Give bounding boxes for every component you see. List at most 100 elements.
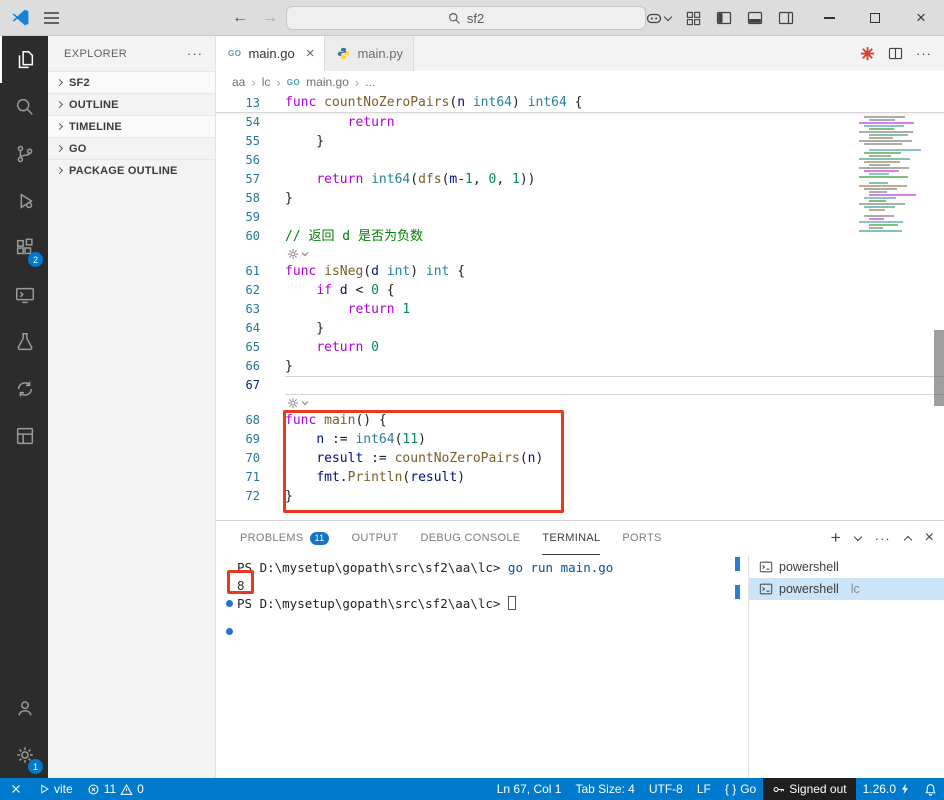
- maximize-panel-icon[interactable]: [903, 535, 912, 545]
- sidebar-section-timeline[interactable]: TIMELINE: [48, 115, 215, 137]
- cursor-position[interactable]: Ln 67, Col 1: [490, 778, 569, 800]
- sidebar-section-outline[interactable]: OUTLINE: [48, 93, 215, 115]
- back-icon[interactable]: ←: [228, 7, 252, 29]
- codelens-row[interactable]: [216, 246, 944, 262]
- panel-tab-problems[interactable]: PROBLEMS 11: [240, 521, 330, 555]
- menu-icon[interactable]: [44, 12, 59, 24]
- line-number: 68: [245, 413, 260, 427]
- breadcrumb-item[interactable]: main.go: [306, 75, 349, 89]
- minimap-line: [859, 176, 908, 178]
- explorer-more-actions-icon[interactable]: ···: [187, 46, 203, 61]
- command-decoration-dot[interactable]: [226, 600, 233, 607]
- code-line-67[interactable]: 67: [216, 376, 944, 395]
- code-line-70[interactable]: 70 result := countNoZeroPairs(n): [216, 449, 944, 468]
- close-tab-icon[interactable]: ×: [306, 45, 315, 62]
- code-line-64[interactable]: 64 }: [216, 319, 944, 338]
- code-line-65[interactable]: 65 return 0: [216, 338, 944, 357]
- code-line-57[interactable]: 57 return int64(dfs(m-1, 0, 1)): [216, 170, 944, 189]
- code-text: func main() {: [285, 413, 387, 428]
- sidebar-section-go[interactable]: GO: [48, 137, 215, 159]
- forward-icon[interactable]: →: [258, 7, 282, 29]
- code-line-60[interactable]: 60 // 返回 d 是否为负数: [216, 227, 944, 246]
- panel-tab-terminal[interactable]: TERMINAL: [542, 521, 600, 555]
- language-mode[interactable]: { } Go: [718, 778, 763, 800]
- task-vite[interactable]: vite: [32, 778, 80, 800]
- activity-account[interactable]: [0, 684, 48, 731]
- activity-settings[interactable]: 1: [0, 731, 48, 778]
- close-button[interactable]: ×: [898, 0, 944, 36]
- sidebar-section-sf2[interactable]: SF2: [48, 71, 215, 93]
- code-line-56[interactable]: 56: [216, 151, 944, 170]
- remote-indicator[interactable]: [0, 778, 32, 800]
- extension-version[interactable]: 1.26.0: [856, 778, 917, 800]
- toggle-primary-sidebar-icon[interactable]: [716, 11, 732, 25]
- sticky-scroll-line[interactable]: 13 func countNoZeroPairs(n int64) int64 …: [216, 93, 944, 113]
- editor-scrollbar-thumb[interactable]: [934, 330, 944, 406]
- code-line-59[interactable]: 59: [216, 208, 944, 227]
- sidebar-section-package-outline[interactable]: PACKAGE OUTLINE: [48, 159, 215, 181]
- eol-sequence[interactable]: LF: [690, 778, 718, 800]
- toggle-secondary-sidebar-icon[interactable]: [778, 11, 794, 25]
- notifications-bell-icon[interactable]: [917, 778, 944, 800]
- code-line-66[interactable]: 66}: [216, 357, 944, 376]
- activity-testing[interactable]: [0, 318, 48, 365]
- copilot-icon[interactable]: [646, 11, 673, 25]
- activity-search[interactable]: [0, 83, 48, 130]
- activity-run-debug[interactable]: [0, 177, 48, 224]
- command-center-search[interactable]: sf2: [286, 6, 646, 30]
- breadcrumb-item[interactable]: ...: [365, 75, 375, 89]
- new-terminal-icon[interactable]: +: [831, 528, 841, 548]
- panel-tab-output[interactable]: OUTPUT: [351, 521, 398, 555]
- tab-main-py[interactable]: main.py: [325, 36, 414, 71]
- minimap[interactable]: [856, 93, 934, 520]
- customize-layout-icon[interactable]: [686, 11, 701, 26]
- toggle-panel-icon[interactable]: [747, 11, 763, 25]
- code-line-71[interactable]: 71 fmt.Println(result): [216, 468, 944, 487]
- problems-status[interactable]: 11 0: [80, 778, 151, 800]
- panel-tab-ports[interactable]: PORTS: [622, 521, 661, 555]
- tab-main-go[interactable]: GO main.go ×: [216, 36, 326, 71]
- terminal-tab-powershell[interactable]: powershell: [749, 556, 944, 578]
- code-line-54[interactable]: 54 return: [216, 113, 944, 132]
- sidebar-title: EXPLORER: [64, 47, 128, 60]
- extensions-badge: 2: [28, 252, 43, 267]
- line-number: [216, 246, 285, 262]
- activity-source-control[interactable]: [0, 130, 48, 177]
- close-panel-icon[interactable]: ×: [925, 529, 934, 547]
- activity-explorer[interactable]: [0, 36, 48, 83]
- minimap-line: [859, 185, 907, 187]
- code-line-72[interactable]: 72}: [216, 487, 944, 506]
- terminal-output[interactable]: PS D:\mysetup\gopath\src\sf2\aa\lc> go r…: [216, 555, 748, 778]
- code-line-58[interactable]: 58}: [216, 189, 944, 208]
- code-editor[interactable]: 13 func countNoZeroPairs(n int64) int64 …: [216, 93, 944, 520]
- activity-sync-view[interactable]: [0, 365, 48, 412]
- breadcrumb-item[interactable]: lc: [262, 75, 271, 89]
- activity-remote-window-view[interactable]: [0, 412, 48, 459]
- split-editor-icon[interactable]: [888, 47, 903, 60]
- panel-tab-debug-console[interactable]: DEBUG CONSOLE: [421, 521, 521, 555]
- activity-remote-explorer[interactable]: [0, 271, 48, 318]
- command-decoration-dot[interactable]: [226, 628, 233, 635]
- sidebar-explorer: EXPLORER ··· SF2 OUTLINE TIMELINE GO PAC…: [48, 36, 216, 778]
- code-line-62[interactable]: 62 if d < 0 {: [216, 281, 944, 300]
- code-line-61[interactable]: 61 func isNeg(d int) int {: [216, 262, 944, 281]
- panel-more-actions-icon[interactable]: ···: [875, 531, 891, 546]
- encoding[interactable]: UTF-8: [642, 778, 690, 800]
- editor-more-actions-icon[interactable]: ···: [916, 46, 932, 61]
- breadcrumb-item[interactable]: aa: [232, 75, 245, 89]
- code-line-69[interactable]: 69 n := int64(11): [216, 430, 944, 449]
- code-line-55[interactable]: 55 }: [216, 132, 944, 151]
- minimize-button[interactable]: [806, 0, 852, 36]
- maximize-button[interactable]: [852, 0, 898, 36]
- code-text: return 0: [316, 340, 379, 355]
- indentation[interactable]: Tab Size: 4: [568, 778, 641, 800]
- activity-extensions[interactable]: 2: [0, 224, 48, 271]
- sticky-code-text: func countNoZeroPairs(n int64) int64 {: [285, 95, 583, 110]
- codelens-row[interactable]: [216, 395, 944, 411]
- account-signed-out[interactable]: Signed out: [763, 778, 856, 800]
- terminal-tab-powershell-lc[interactable]: powershell lc: [749, 578, 944, 600]
- terminal-profile-dropdown-icon[interactable]: [853, 532, 862, 541]
- code-line-63[interactable]: 63 return 1: [216, 300, 944, 319]
- code-line-68[interactable]: 68 func main() {: [216, 411, 944, 430]
- run-extension-icon[interactable]: [860, 46, 875, 61]
